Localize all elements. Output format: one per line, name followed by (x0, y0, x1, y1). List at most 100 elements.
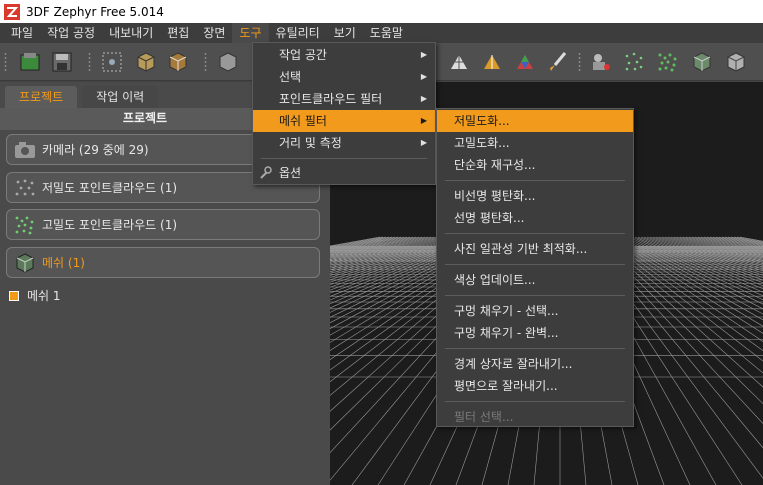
menu-item-bilateral-smoothing[interactable]: 선명 평탄화... (437, 207, 633, 229)
menu-separator (261, 158, 427, 159)
window-title: 3DF Zephyr Free 5.014 (26, 4, 164, 19)
color-triangle-icon (517, 55, 533, 69)
cube-outline-icon (169, 52, 187, 72)
box-tool-button[interactable] (134, 50, 158, 74)
select-tool-button[interactable] (100, 50, 124, 74)
menu-item-photoconsistency[interactable]: 사진 일관성 기반 최적화... (437, 238, 633, 260)
menu-workflow[interactable]: 작업 공정 (40, 23, 102, 43)
menu-item-label: 선택 (279, 70, 302, 84)
tools-menu: 작업 공간 ▶ 선택 ▶ 포인트클라우드 필터 ▶ 메쉬 필터 ▶ 거리 및 측… (252, 42, 436, 185)
green-cube-button[interactable] (690, 50, 714, 74)
point-cloud-icon (625, 52, 643, 71)
camera-icon (15, 141, 35, 158)
menu-item-laplacian-smoothing[interactable]: 비선명 평탄화... (437, 185, 633, 207)
toolbar-grip[interactable] (4, 52, 7, 72)
menu-item-fill-holes-watertight[interactable]: 구멍 채우기 - 완벽... (437, 322, 633, 344)
menu-item-update-colors[interactable]: 색상 업데이트... (437, 269, 633, 291)
menu-export[interactable]: 내보내기 (102, 23, 160, 43)
menu-item-fill-holes-selective[interactable]: 구멍 채우기 - 선택... (437, 300, 633, 322)
textured-cube-button[interactable] (724, 50, 748, 74)
title-bar: 3DF Zephyr Free 5.014 (0, 0, 763, 23)
menu-item-pointcloud-filter[interactable]: 포인트클라우드 필터 ▶ (253, 88, 435, 110)
menu-item-selection[interactable]: 선택 ▶ (253, 66, 435, 88)
panel-tabs: 프로젝트 작업 이력 (0, 86, 159, 108)
menu-bar: 파일 작업 공정 내보내기 편집 장면 도구 유틸리티 보기 도움말 (0, 23, 763, 43)
menu-item-label: 메쉬 필터 (279, 114, 327, 128)
menu-separator (445, 233, 625, 234)
triangle-textured-button[interactable] (480, 50, 504, 74)
group-label: 고밀도 포인트클라우드 (1) (42, 218, 178, 232)
dense-points-button[interactable] (656, 50, 680, 74)
points-button[interactable] (622, 50, 646, 74)
new-project-button[interactable] (18, 50, 42, 74)
triangle-mesh-icon (451, 55, 467, 69)
group-mesh[interactable]: 메쉬 (1) (6, 247, 320, 278)
save-project-button[interactable] (50, 50, 74, 74)
menu-view[interactable]: 보기 (327, 23, 363, 43)
submenu-arrow-icon: ▶ (420, 138, 427, 147)
sparse-cloud-icon (15, 179, 35, 195)
toolbar-grip[interactable] (204, 52, 207, 72)
mesh-color-swatch (9, 290, 19, 301)
menu-tools[interactable]: 도구 (232, 23, 269, 43)
dense-cloud-icon (658, 53, 677, 72)
menu-item-options[interactable]: 옵션 (253, 162, 435, 184)
menu-item-retopology[interactable]: 단순화 재구성... (437, 154, 633, 176)
camera-gear-icon (593, 54, 610, 70)
tab-history[interactable]: 작업 이력 (82, 86, 159, 108)
menu-item-label: 포인트클라우드 필터 (279, 92, 383, 106)
cube-icon (137, 52, 155, 72)
new-project-icon (20, 53, 40, 71)
menu-separator (445, 401, 625, 402)
tab-project[interactable]: 프로젝트 (5, 86, 78, 108)
menu-utilities[interactable]: 유틸리티 (269, 23, 327, 43)
group-label: 저밀도 포인트클라우드 (1) (42, 181, 178, 195)
menu-file[interactable]: 파일 (4, 23, 40, 43)
submenu-arrow-icon: ▶ (420, 72, 427, 81)
menu-item-distance-measure[interactable]: 거리 및 측정 ▶ (253, 132, 435, 154)
tree-item-label: 메쉬 1 (27, 289, 61, 303)
textured-triangle-icon (484, 55, 500, 69)
textured-cube-icon (727, 52, 745, 72)
mesh-filter-submenu: 저밀도화... 고밀도화... 단순화 재구성... 비선명 평탄화... 선명… (436, 108, 634, 427)
group-label: 카메라 (29 중에 29) (42, 143, 149, 157)
menu-item-mesh-filter[interactable]: 메쉬 필터 ▶ (253, 110, 435, 132)
menu-item-label: 거리 및 측정 (279, 136, 342, 150)
brush-button[interactable] (546, 50, 570, 74)
menu-item-label: 옵션 (279, 166, 302, 180)
menu-separator (445, 180, 625, 181)
submenu-arrow-icon: ▶ (420, 50, 427, 59)
select-region-icon (102, 52, 122, 72)
group-dense-cloud[interactable]: 고밀도 포인트클라우드 (1) (6, 209, 320, 240)
save-icon (52, 52, 72, 72)
triangle-white-button[interactable] (447, 50, 471, 74)
menu-help[interactable]: 도움말 (363, 23, 410, 43)
mesh-cube-icon (693, 52, 711, 72)
menu-item-decimate[interactable]: 저밀도화... (437, 110, 633, 132)
tree-item-mesh[interactable]: 메쉬 1 (9, 287, 61, 304)
gray-cube-icon (219, 52, 237, 72)
wrench-icon (260, 166, 272, 179)
triangle-color-button[interactable] (513, 50, 537, 74)
menu-item-cut-plane[interactable]: 평면으로 잘라내기... (437, 375, 633, 397)
menu-item-cut-bounding-box[interactable]: 경계 상자로 잘라내기... (437, 353, 633, 375)
menu-separator (445, 295, 625, 296)
menu-separator (445, 348, 625, 349)
toolbar-grip[interactable] (88, 52, 91, 72)
paint-brush-icon (550, 52, 567, 71)
menu-item-workspace[interactable]: 작업 공간 ▶ (253, 44, 435, 66)
menu-item-filter-selection: 필터 선택... (454, 410, 514, 424)
box-select-button[interactable] (166, 50, 190, 74)
menu-separator (445, 264, 625, 265)
menu-item-label: 작업 공간 (279, 48, 327, 62)
menu-scene[interactable]: 장면 (196, 23, 232, 43)
submenu-arrow-icon: ▶ (420, 116, 427, 125)
mesh-icon (16, 252, 34, 273)
gray-cube-button[interactable] (216, 50, 240, 74)
camera-settings-button[interactable] (589, 50, 613, 74)
app-logo-icon (4, 3, 20, 20)
group-label: 메쉬 (1) (42, 256, 85, 270)
toolbar-grip[interactable] (578, 52, 581, 72)
menu-item-densify[interactable]: 고밀도화... (437, 132, 633, 154)
menu-edit[interactable]: 편집 (160, 23, 196, 43)
